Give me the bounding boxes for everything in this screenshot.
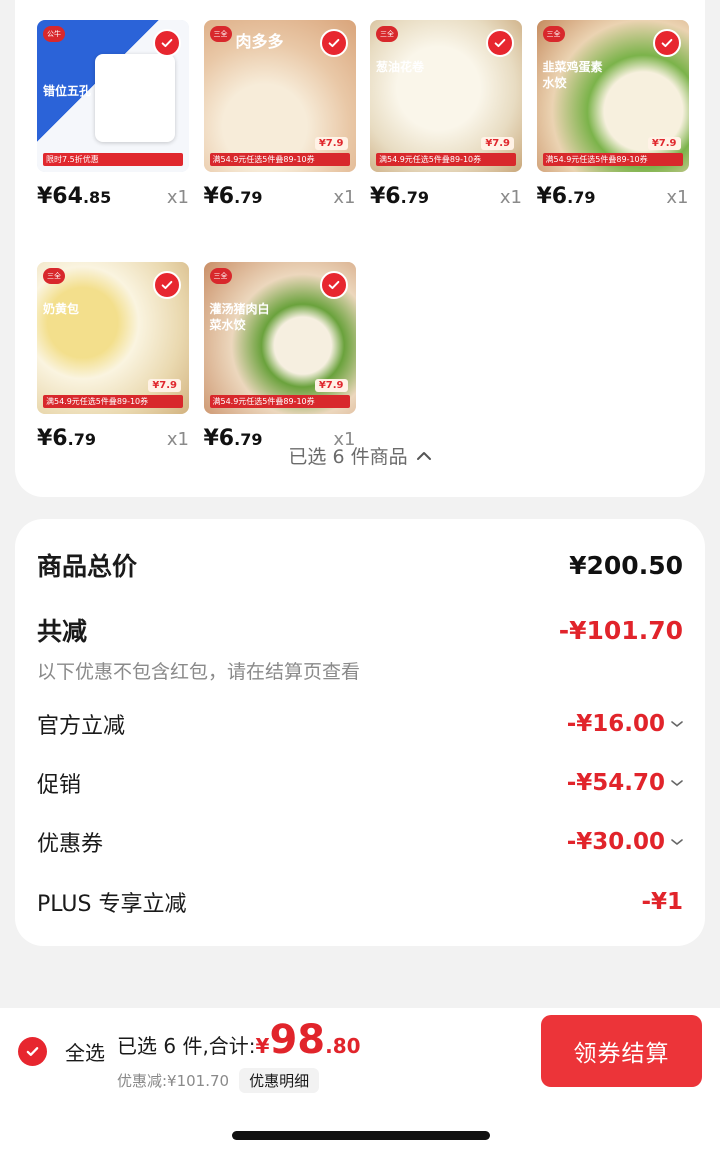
discount-label: PLUS 专享立减 [37,892,187,917]
product-item[interactable]: 公牛 错位五孔 限时7.5折优惠 ¥64.85 x1 [37,20,189,212]
chevron-up-icon [416,451,431,460]
product-label: 韭菜鸡蛋素水饺 [542,60,603,90]
product-thumbnail[interactable]: 三全 奶黄包 ¥7.9 满54.9元任选5件叠89-10券 [37,262,189,414]
promo-tag: 满54.9元任选5件叠89-10券 [209,395,350,408]
product-item[interactable]: 三全 灌汤猪肉白菜水饺 ¥7.9 满54.9元任选5件叠89-10券 ¥6.79… [203,262,356,454]
product-price: ¥64.85 [37,184,112,209]
product-thumbnail[interactable]: 三全 韭菜鸡蛋素水饺 ¥7.9 满54.9元任选5件叠89-10券 [536,20,689,172]
thumb-price: ¥7.9 [481,137,514,150]
promo-tag: 满54.9元任选5件叠89-10券 [542,153,683,166]
selected-items-toggle[interactable]: 已选 6 件商品 [15,442,705,469]
selected-count-label: 已选 6 件,合计: [117,1034,256,1058]
selected-items-label: 已选 6 件商品 [288,446,408,468]
product-thumbnail[interactable]: 三全 葱油花卷 ¥7.9 满54.9元任选5件叠89-10券 [370,20,522,172]
discount-row-coupon[interactable]: 优惠券 -¥30.00 [37,826,683,858]
brand-logo: 三全 [209,268,232,284]
chevron-down-icon [671,721,683,728]
product-item[interactable]: 三全 葱油花卷 ¥7.9 满54.9元任选5件叠89-10券 ¥6.79 x1 [370,20,522,212]
brand-logo: 三全 [209,26,232,42]
discount-note: 以下优惠不包含红包，请在结算页查看 [37,661,361,683]
chevron-down-icon [671,780,683,787]
discount-row-plus: PLUS 专享立减 -¥1 [37,886,683,918]
promo-tag: 限时7.5折优惠 [43,153,183,166]
total-price-row: 商品总价 ¥200.50 [37,547,683,583]
product-price: ¥6.79 [536,184,596,209]
discount-row-official[interactable]: 官方立减 -¥16.00 [37,708,683,740]
discount-summary: 优惠减:¥101.70 优惠明细 [117,1068,320,1093]
product-grid: 公牛 错位五孔 限时7.5折优惠 ¥64.85 x1 三全 肉多多 ¥7.9 满… [37,20,689,454]
brand-logo: 三全 [376,26,398,42]
total-price-label: 商品总价 [37,552,138,581]
discount-label: 官方立减 [37,714,126,739]
discount-value: -¥30.00 [567,829,683,855]
promo-tag: 满54.9元任选5件叠89-10券 [209,153,350,166]
total-integer: 98 [269,1017,326,1063]
discount-row-promotion[interactable]: 促销 -¥54.70 [37,767,683,799]
select-all-label: 全选 [65,1041,105,1065]
price-summary-card: 商品总价 ¥200.50 共减 -¥101.70 以下优惠不包含红包，请在结算页… [15,519,705,946]
discount-detail-button[interactable]: 优惠明细 [239,1068,320,1093]
thumb-price: ¥7.9 [314,137,348,150]
promo-tag: 满54.9元任选5件叠89-10券 [376,153,516,166]
product-label: 葱油花卷 [376,60,425,74]
select-all-toggle[interactable]: 全选 [18,1037,105,1066]
discount-label: 优惠券 [37,832,104,857]
total-decimal: .80 [325,1034,361,1058]
selected-check-icon[interactable] [319,29,348,57]
discount-value: -¥54.70 [567,770,683,796]
thumb-price: ¥7.9 [148,379,181,392]
product-label: 灌汤猪肉白菜水饺 [209,302,270,332]
product-price: ¥6.79 [203,184,263,209]
product-item[interactable]: 三全 肉多多 ¥7.9 满54.9元任选5件叠89-10券 ¥6.79 x1 [203,20,356,212]
product-item[interactable]: 三全 韭菜鸡蛋素水饺 ¥7.9 满54.9元任选5件叠89-10券 ¥6.79 … [536,20,689,212]
brand-logo: 公牛 [43,26,65,42]
product-label: 奶黄包 [43,302,80,316]
discount-value: -¥1 [641,889,683,915]
total-reduce-label: 共减 [37,617,88,646]
checkout-button[interactable]: 领券结算 [541,1015,702,1087]
brand-logo: 三全 [542,26,565,42]
total-currency: ¥ [255,1034,270,1058]
total-amount: 已选 6 件,合计: ¥ 98 .80 [117,1020,361,1060]
thumb-price: ¥7.9 [314,379,348,392]
selected-check-icon[interactable] [319,271,348,299]
selected-check-icon[interactable] [153,29,181,57]
discount-value: -¥16.00 [567,711,683,737]
product-label: 肉多多 [235,32,284,51]
chevron-down-icon [671,839,683,846]
product-thumbnail[interactable]: 三全 灌汤猪肉白菜水饺 ¥7.9 满54.9元任选5件叠89-10券 [203,262,356,414]
selected-check-icon[interactable] [652,29,681,57]
product-quantity: x1 [666,187,689,208]
brand-logo: 三全 [43,268,65,284]
total-reduce-row: 共减 -¥101.70 [37,612,683,648]
product-price: ¥6.79 [370,184,429,209]
product-label: 错位五孔 [43,84,92,98]
product-card: 公牛 错位五孔 限时7.5折优惠 ¥64.85 x1 三全 肉多多 ¥7.9 满… [15,0,705,497]
product-thumbnail[interactable]: 公牛 错位五孔 限时7.5折优惠 [37,20,189,172]
discount-amount: 优惠减:¥101.70 [117,1072,230,1090]
total-reduce-value: -¥101.70 [558,615,683,645]
product-quantity: x1 [499,187,522,208]
selected-check-icon[interactable] [486,29,514,57]
product-item[interactable]: 三全 奶黄包 ¥7.9 满54.9元任选5件叠89-10券 ¥6.79 x1 [37,262,189,454]
product-quantity: x1 [333,187,356,208]
product-quantity: x1 [166,187,189,208]
discount-label: 促销 [37,773,82,798]
selected-check-icon[interactable] [153,271,181,299]
home-indicator[interactable] [232,1131,490,1140]
product-thumbnail[interactable]: 三全 肉多多 ¥7.9 满54.9元任选5件叠89-10券 [203,20,356,172]
total-price-value: ¥200.50 [569,550,683,580]
thumb-price: ¥7.9 [647,137,681,150]
promo-tag: 满54.9元任选5件叠89-10券 [43,395,183,408]
select-all-check-icon[interactable] [18,1037,47,1066]
